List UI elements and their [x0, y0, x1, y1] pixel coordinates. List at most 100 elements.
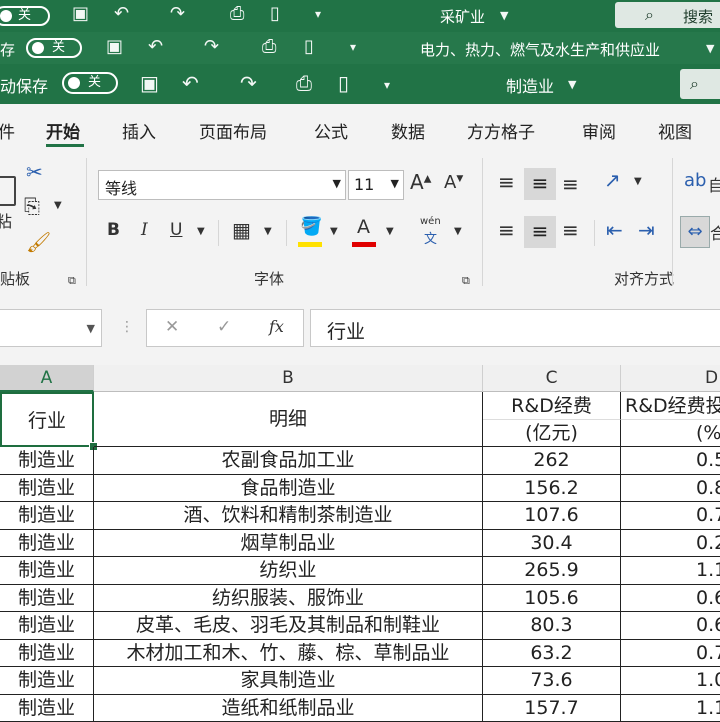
name-box[interactable]: ▼	[0, 309, 102, 347]
cell-pct[interactable]: 0.5	[621, 447, 720, 475]
paste-icon[interactable]	[0, 176, 16, 206]
header-cell-industry[interactable]: 行业	[0, 392, 94, 447]
header-cell-pct-bottom[interactable]: (%)	[621, 420, 720, 447]
wrap-text-label[interactable]: 自	[708, 172, 720, 196]
customize-icon[interactable]: ▾	[315, 4, 321, 24]
chevron-down-icon[interactable]: ▼	[330, 226, 338, 237]
save-icon[interactable]: ▣	[72, 4, 89, 24]
chevron-down-icon[interactable]: ▼	[264, 226, 272, 237]
cell-rd[interactable]: 157.7	[483, 695, 621, 722]
print-icon[interactable]: ⎙	[230, 4, 244, 24]
cell-industry[interactable]: 制造业	[0, 447, 94, 475]
header-cell-rd-bottom[interactable]: (亿元)	[483, 420, 621, 447]
copy-icon[interactable]: ⎘	[24, 194, 40, 218]
formula-input[interactable]: 行业	[310, 309, 720, 347]
paste-label[interactable]: 粘	[0, 208, 12, 232]
cell-detail[interactable]: 皮革、毛皮、羽毛及其制品和制鞋业	[94, 612, 483, 640]
format-painter-icon[interactable]: 🖌	[26, 230, 51, 254]
redo-icon[interactable]: ↷	[240, 73, 257, 93]
customize-icon[interactable]: ▾	[350, 37, 356, 57]
phonetic-top[interactable]: wén	[420, 216, 441, 227]
align-top-icon[interactable]: ≡	[498, 170, 515, 194]
cell-industry[interactable]: 制造业	[0, 585, 94, 613]
tab-page-layout[interactable]: 页面布局	[199, 118, 267, 143]
cell-detail[interactable]: 纺织业	[94, 557, 483, 585]
redo-icon[interactable]: ↷	[204, 37, 219, 57]
cell-rd[interactable]: 73.6	[483, 667, 621, 695]
undo-icon[interactable]: ↶	[114, 4, 129, 24]
cell-rd[interactable]: 105.6	[483, 585, 621, 613]
cell-pct[interactable]: 1.0	[621, 667, 720, 695]
insert-function-icon[interactable]: fx	[269, 317, 284, 336]
wrap-text-icon[interactable]: ab	[684, 170, 706, 191]
tab-review[interactable]: 审阅	[582, 118, 616, 143]
borders-icon[interactable]: ▦	[232, 218, 251, 242]
cell-pct[interactable]: 0.6	[621, 585, 720, 613]
tab-formulas[interactable]: 公式	[314, 118, 348, 143]
cancel-icon[interactable]: ✕	[165, 317, 179, 337]
cell-rd[interactable]: 107.6	[483, 502, 621, 530]
increase-indent-icon[interactable]: ⇥	[638, 218, 655, 242]
align-center-icon[interactable]: ≡	[524, 216, 556, 248]
column-header-a[interactable]: A	[0, 365, 94, 392]
column-header-d[interactable]: D	[621, 365, 720, 392]
cell-detail[interactable]: 家具制造业	[94, 667, 483, 695]
cell-pct[interactable]: 0.6	[621, 612, 720, 640]
cell-pct[interactable]: 0.7	[621, 640, 720, 668]
align-right-icon[interactable]: ≡	[562, 218, 579, 242]
align-middle-icon[interactable]: ≡	[524, 168, 556, 200]
cell-industry[interactable]: 制造业	[0, 695, 94, 722]
bold-button[interactable]: B	[107, 220, 120, 240]
grow-font-button[interactable]: A▲	[410, 170, 431, 194]
customize-icon[interactable]: ▾	[384, 75, 390, 95]
italic-button[interactable]: I	[141, 220, 148, 240]
column-header-b[interactable]: B	[94, 365, 483, 392]
chevron-down-icon[interactable]: ▼	[454, 226, 462, 237]
tab-data[interactable]: 数据	[391, 118, 425, 143]
header-cell-pct-top[interactable]: R&D经费投	[621, 392, 720, 420]
chevron-down-icon[interactable]: ▼	[197, 226, 205, 237]
chevron-down-icon[interactable]: ▼	[54, 200, 62, 211]
new-file-icon[interactable]: ▯	[304, 37, 314, 57]
orientation-icon[interactable]: ↗	[604, 168, 621, 192]
redo-icon[interactable]: ↷	[170, 4, 185, 24]
cell-industry[interactable]: 制造业	[0, 557, 94, 585]
cell-rd[interactable]: 156.2	[483, 475, 621, 503]
cell-rd[interactable]: 80.3	[483, 612, 621, 640]
cell-rd[interactable]: 265.9	[483, 557, 621, 585]
dialog-launcher-icon[interactable]: ⧉	[68, 274, 76, 288]
tab-file[interactable]: 件	[0, 118, 15, 143]
dialog-launcher-icon[interactable]: ⧉	[462, 274, 470, 288]
save-icon[interactable]: ▣	[106, 37, 123, 57]
cut-icon[interactable]: ✂	[26, 160, 43, 184]
header-cell-rd-top[interactable]: R&D经费	[483, 392, 621, 420]
autosave-toggle[interactable]: 关	[62, 72, 118, 94]
chevron-down-icon[interactable]: ▼	[386, 226, 394, 237]
font-size-select[interactable]: 11 ▼	[348, 170, 404, 200]
cell-detail[interactable]: 木材加工和木、竹、藤、棕、草制品业	[94, 640, 483, 668]
decrease-indent-icon[interactable]: ⇤	[606, 218, 623, 242]
tab-insert[interactable]: 插入	[122, 118, 156, 143]
cell-pct[interactable]: 0.2	[621, 530, 720, 558]
font-name-select[interactable]: 等线 ▼	[98, 170, 346, 200]
cell-rd[interactable]: 63.2	[483, 640, 621, 668]
undo-icon[interactable]: ↶	[182, 73, 199, 93]
cell-industry[interactable]: 制造业	[0, 612, 94, 640]
cell-detail[interactable]: 农副食品加工业	[94, 447, 483, 475]
font-color-button[interactable]: A	[357, 216, 370, 238]
phonetic-bottom[interactable]: 文	[424, 228, 437, 247]
align-left-icon[interactable]: ≡	[498, 218, 515, 242]
save-icon[interactable]: ▣	[140, 73, 159, 93]
tab-home[interactable]: 开始	[46, 118, 80, 143]
search-box[interactable]: ⌕ 搜索	[615, 2, 720, 28]
cell-industry[interactable]: 制造业	[0, 475, 94, 503]
underline-button[interactable]: U	[170, 220, 182, 240]
tab-ffgz[interactable]: 方方格子	[467, 118, 535, 143]
new-file-icon[interactable]: ▯	[338, 73, 349, 93]
cell-detail[interactable]: 纺织服装、服饰业	[94, 585, 483, 613]
cell-pct[interactable]: 1.1	[621, 695, 720, 722]
cell-rd[interactable]: 262	[483, 447, 621, 475]
cell-detail[interactable]: 食品制造业	[94, 475, 483, 503]
autosave-toggle[interactable]: 关	[0, 6, 50, 26]
chevron-down-icon[interactable]: ▼	[634, 176, 642, 187]
